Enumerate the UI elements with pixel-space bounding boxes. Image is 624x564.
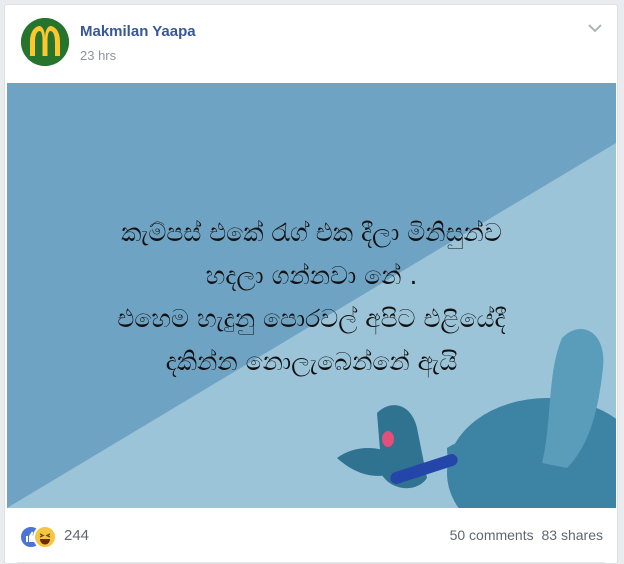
post-header: Makmilan Yaapa 23 hrs <box>5 5 617 83</box>
post-message-line: කැම්පස් එකේ රැග් එක දීලා මිනිසුන්ව <box>121 218 502 247</box>
footer-divider <box>17 562 605 563</box>
post-options-menu[interactable] <box>587 21 603 33</box>
author-name[interactable]: Makmilan Yaapa <box>80 23 196 40</box>
post-message-line: දකින්න නොලැබෙන්නේ ඇයි <box>165 347 458 376</box>
reaction-count[interactable]: 244 <box>64 527 89 544</box>
post-timestamp[interactable]: 23 hrs <box>80 48 116 63</box>
shares-count[interactable]: 83 shares <box>542 527 603 543</box>
post-message-line: හදලා ගන්නවා නේ . <box>205 261 418 290</box>
post-message-line: එහෙම හැදුනු පොරවල් අපිට එළියේදී <box>117 304 506 333</box>
comments-count[interactable]: 50 comments <box>450 527 534 543</box>
post-card: Makmilan Yaapa 23 hrs කැම්පස් එකේ රැග් එ… <box>4 4 618 564</box>
author-avatar[interactable] <box>21 18 69 66</box>
chevron-down-icon <box>588 24 602 33</box>
engagement-stats: 50 comments 83 shares <box>446 527 603 543</box>
haha-icon <box>33 525 57 549</box>
post-message: කැම්පස් එකේ රැග් එක දීලා මිනිසුන්ව හදලා … <box>7 211 616 383</box>
post-image[interactable]: කැම්පස් එකේ රැග් එක දීලා මිනිසුන්ව හදලා … <box>7 83 616 508</box>
post-footer: 244 50 comments 83 shares <box>5 508 617 563</box>
golden-arches-logo <box>21 18 69 66</box>
